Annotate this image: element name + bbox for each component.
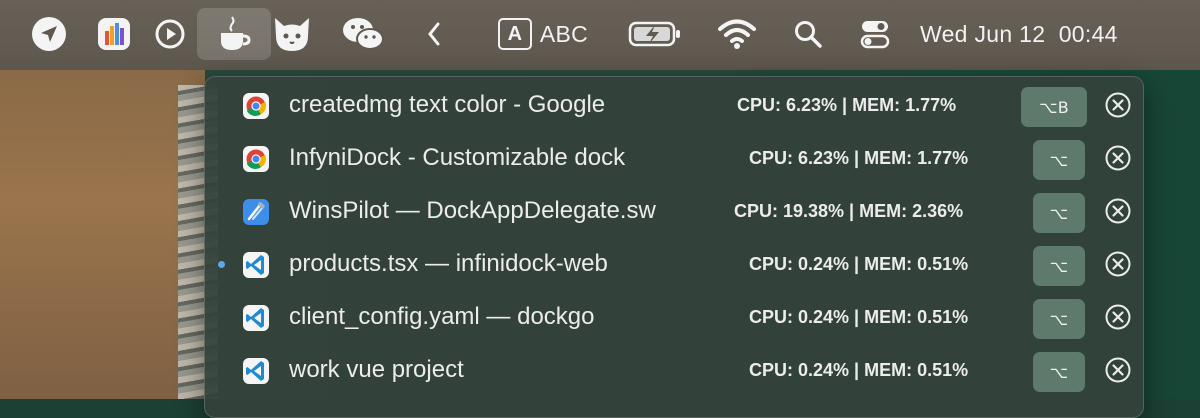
close-window-icon[interactable] <box>1105 251 1131 277</box>
cpu-mem-stats: CPU: 6.23% | MEM: 1.77% <box>737 95 957 115</box>
play-circle-icon[interactable] <box>150 8 190 60</box>
close-window-icon[interactable] <box>1105 92 1131 118</box>
window-switcher-panel: createdmg text color - Google CPU: 6.23%… <box>204 76 1144 418</box>
shortcut-key-button[interactable]: ⌥ <box>1033 352 1085 392</box>
cat-icon[interactable] <box>268 8 316 60</box>
active-window-dot <box>218 261 225 268</box>
input-source-menu[interactable]: A ABC <box>488 8 598 60</box>
clock-datetime[interactable]: Wed Jun 12 00:44 <box>920 8 1172 60</box>
control-center-icon[interactable] <box>855 8 895 60</box>
list-item[interactable]: InfyniDock - Customizable dock CPU: 6.23… <box>205 132 1143 185</box>
xcode-icon <box>243 199 269 225</box>
list-item[interactable]: createdmg text color - Google CPU: 6.23%… <box>205 79 1143 132</box>
spotlight-search-icon[interactable] <box>788 8 828 60</box>
shortcut-key-button[interactable]: ⌥ <box>1033 246 1085 286</box>
location-arrow-icon[interactable] <box>28 8 70 60</box>
list-item[interactable]: WinsPilot — DockAppDelegate.sw CPU: 19.3… <box>205 185 1143 238</box>
cpu-mem-stats: CPU: 0.24% | MEM: 0.51% <box>749 307 969 327</box>
input-source-label: ABC <box>539 20 589 47</box>
window-title: products.tsx — infinidock-web <box>289 250 608 277</box>
istat-menus-icon[interactable] <box>93 8 135 60</box>
cpu-mem-stats: CPU: 19.38% | MEM: 2.36% <box>734 201 964 221</box>
datetime-text: Wed Jun 12 00:44 <box>920 20 1118 47</box>
battery-charging-icon[interactable] <box>625 8 685 60</box>
window-title: WinsPilot — DockAppDelegate.sw <box>289 197 656 224</box>
cpu-mem-stats: CPU: 6.23% | MEM: 1.77% <box>749 148 969 168</box>
wechat-icon[interactable] <box>338 8 388 60</box>
close-window-icon[interactable] <box>1105 357 1131 383</box>
close-window-icon[interactable] <box>1105 145 1131 171</box>
vscode-icon <box>243 305 269 331</box>
wifi-icon[interactable] <box>714 8 760 60</box>
close-window-icon[interactable] <box>1105 198 1131 224</box>
window-title: createdmg text color - Google <box>289 91 606 118</box>
chrome-icon <box>243 146 269 172</box>
shortcut-key-button[interactable]: ⌥B <box>1021 87 1087 127</box>
wallpaper-sand <box>0 70 205 399</box>
close-window-icon[interactable] <box>1105 304 1131 330</box>
coffee-cup-icon[interactable] <box>197 8 271 60</box>
list-item[interactable]: work vue project CPU: 0.24% | MEM: 0.51%… <box>205 344 1143 397</box>
shortcut-key-button[interactable]: ⌥ <box>1033 193 1085 233</box>
window-title: InfyniDock - Customizable dock <box>289 144 626 171</box>
chrome-icon <box>243 93 269 119</box>
chevron-left-icon[interactable] <box>420 8 448 60</box>
window-title: client_config.yaml — dockgo <box>289 303 595 330</box>
shortcut-key-button[interactable]: ⌥ <box>1033 140 1085 180</box>
menu-bar: A ABC Wed Jun 12 00:44 <box>0 0 1200 70</box>
list-item[interactable]: products.tsx — infinidock-web CPU: 0.24%… <box>205 238 1143 291</box>
shortcut-key-button[interactable]: ⌥ <box>1033 299 1085 339</box>
cpu-mem-stats: CPU: 0.24% | MEM: 0.51% <box>749 360 969 380</box>
window-title: work vue project <box>289 356 464 383</box>
input-source-badge: A <box>497 18 532 50</box>
vscode-icon <box>243 358 269 384</box>
list-item[interactable]: client_config.yaml — dockgo CPU: 0.24% |… <box>205 291 1143 344</box>
vscode-icon <box>243 252 269 278</box>
cpu-mem-stats: CPU: 0.24% | MEM: 0.51% <box>749 254 969 274</box>
